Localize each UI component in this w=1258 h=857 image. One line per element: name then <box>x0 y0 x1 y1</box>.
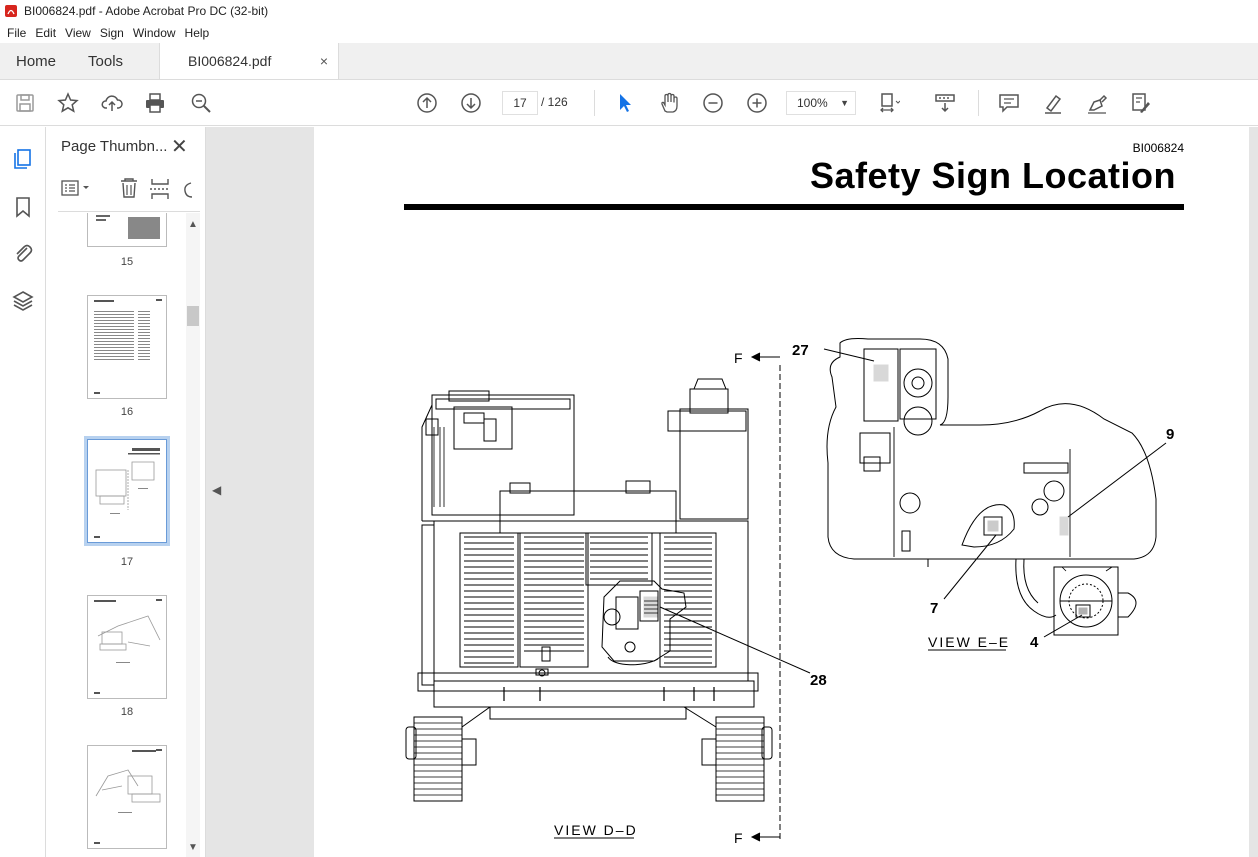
bookmark-icon[interactable] <box>11 195 35 219</box>
chevron-up-icon[interactable]: ▲ <box>188 219 198 230</box>
view-label-d: VIEW D–D <box>554 822 638 838</box>
window-title: BI006824.pdf - Adobe Acrobat Pro DC (32-… <box>24 4 269 18</box>
menu-window[interactable]: Window <box>130 26 182 40</box>
thumbnail-page-number: 16 <box>120 406 134 418</box>
tab-home[interactable]: Home <box>0 43 72 79</box>
close-icon[interactable]: ✕ <box>171 134 188 159</box>
options-menu-icon[interactable] <box>61 180 89 196</box>
callout-28: 28 <box>810 672 827 689</box>
cloud-upload-icon[interactable] <box>99 90 125 116</box>
save-icon[interactable] <box>12 90 38 116</box>
document-viewer[interactable]: ◀ BI006824 Safety Sign Location VIEW D–D… <box>206 127 1258 857</box>
technical-drawing: VIEW D–D VIEW E–E F F 27 9 7 4 28 <box>405 338 1174 846</box>
scroll-mode-icon[interactable] <box>932 90 958 116</box>
zoom-out-icon[interactable] <box>700 90 726 116</box>
menu-sign[interactable]: Sign <box>97 26 130 40</box>
thumbnail-page[interactable] <box>87 595 167 699</box>
tab-document-label: BI006824.pdf <box>188 53 272 69</box>
thumbnail-page-number: 18 <box>120 706 134 718</box>
menu-file[interactable]: File <box>4 26 32 40</box>
zoom-level-select[interactable]: 100% ▼ <box>786 91 856 115</box>
panel-title: Page Thumbn... <box>61 138 168 155</box>
collapse-panel-icon[interactable]: ◀ <box>212 483 221 497</box>
thumbnail-page[interactable] <box>87 295 167 399</box>
page-total: / 126 <box>541 95 568 109</box>
thumbnail-page-number: 15 <box>120 256 134 268</box>
pdf-page: BI006824 Safety Sign Location VIEW D–D V… <box>314 127 1249 857</box>
tab-tools[interactable]: Tools <box>72 43 139 79</box>
select-cursor-icon[interactable] <box>612 90 638 116</box>
thumbnail-page[interactable] <box>87 745 167 849</box>
view-label-e: VIEW E–E <box>928 634 1010 650</box>
toolbar-divider <box>594 90 595 116</box>
print-icon[interactable] <box>142 90 168 116</box>
sign-pen-icon[interactable] <box>1084 90 1110 116</box>
callout-7: 7 <box>930 600 938 617</box>
section-mark-f-top: F <box>734 350 745 366</box>
tab-close-icon[interactable]: × <box>320 53 328 69</box>
thumbnail-page-number: 17 <box>120 556 134 568</box>
search-zoom-icon[interactable] <box>188 90 214 116</box>
chevron-down-icon[interactable]: ▼ <box>188 842 198 853</box>
menu-bar: File Edit View Sign Window Help <box>0 22 1258 43</box>
thumbnail-page-selected[interactable] <box>87 439 167 543</box>
menu-help[interactable]: Help <box>182 26 216 40</box>
scrollbar-thumb[interactable] <box>187 306 199 326</box>
fill-sign-icon[interactable] <box>1128 90 1154 116</box>
layers-icon[interactable] <box>11 289 35 313</box>
acrobat-app-icon <box>5 5 17 17</box>
callout-27: 27 <box>792 342 809 359</box>
thumbnail-page[interactable] <box>87 213 167 247</box>
delete-trash-icon[interactable] <box>121 178 137 198</box>
callout-9: 9 <box>1166 426 1174 443</box>
callout-4: 4 <box>1030 634 1039 651</box>
page-thumbnails-panel: Page Thumbn... ✕ 15 16 17 18 ▲ ▼ <box>46 127 206 857</box>
highlighter-icon[interactable] <box>1040 90 1066 116</box>
tab-document[interactable]: BI006824.pdf × <box>159 43 340 79</box>
title-bar: BI006824.pdf - Adobe Acrobat Pro DC (32-… <box>0 0 1258 22</box>
rotate-icon[interactable] <box>184 182 193 198</box>
toolbar-divider <box>978 90 979 116</box>
section-mark-f-bottom: F <box>734 830 745 846</box>
left-navigation-rail <box>0 127 46 857</box>
thumbnail-list: 15 16 17 18 <box>46 213 186 857</box>
attachment-paperclip-icon[interactable] <box>11 241 35 265</box>
main-toolbar: 17 / 126 100% ▼ <box>0 80 1258 126</box>
prev-page-icon[interactable] <box>414 90 440 116</box>
insert-page-icon[interactable] <box>150 179 170 199</box>
chevron-down-icon: ▼ <box>840 98 849 108</box>
hand-tool-icon[interactable] <box>656 90 682 116</box>
menu-view[interactable]: View <box>62 26 97 40</box>
thumbnail-tools <box>61 178 193 199</box>
page-fit-icon[interactable] <box>876 90 902 116</box>
next-page-icon[interactable] <box>458 90 484 116</box>
star-icon[interactable] <box>55 90 81 116</box>
thumbnail-scrollbar[interactable]: ▲ ▼ <box>186 213 200 857</box>
panel-divider <box>58 211 200 212</box>
tab-bar: Home Tools BI006824.pdf × <box>0 43 1258 80</box>
zoom-in-icon[interactable] <box>744 90 770 116</box>
comment-icon[interactable] <box>996 90 1022 116</box>
page-thumbnails-icon[interactable] <box>11 147 35 171</box>
menu-edit[interactable]: Edit <box>32 26 62 40</box>
zoom-level-value: 100% <box>797 96 828 110</box>
page-number-input[interactable]: 17 <box>502 91 538 115</box>
